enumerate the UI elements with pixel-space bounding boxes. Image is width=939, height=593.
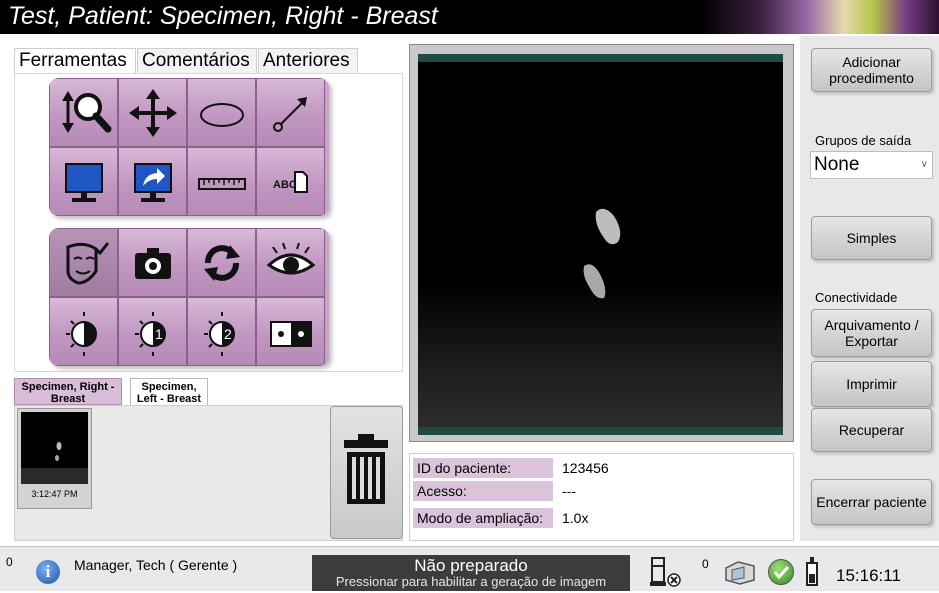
thumbnail-time: 3:12:47 PM [31, 489, 78, 499]
print-button[interactable]: Imprimir [811, 361, 932, 407]
output-groups-label: Grupos de saída [815, 133, 912, 148]
face-check-icon [66, 241, 109, 285]
patient-id-label: ID do paciente: [413, 458, 553, 478]
zoom-tool-button[interactable] [49, 78, 118, 147]
pan-tool-button[interactable] [118, 78, 187, 147]
chevron-down-icon: ∨ [920, 159, 928, 170]
thumbnail-image [21, 412, 88, 484]
alert-count: 0 [6, 555, 13, 569]
title-bar: Test, Patient: Specimen, Right - Breast [0, 0, 939, 34]
connectivity-label: Conectividade [815, 290, 898, 305]
split-view-icon [269, 320, 312, 347]
status-subtitle: Pressionar para habilitar a geração de i… [335, 574, 607, 589]
eye-tool-button[interactable] [256, 228, 325, 297]
output-queue-icon[interactable] [720, 558, 758, 586]
trash-icon [344, 434, 388, 504]
info-icon[interactable]: i [36, 560, 60, 584]
magnification-label: Modo de ampliação: [413, 508, 553, 528]
ellipse-tool-button[interactable] [187, 78, 256, 147]
device-error-icon[interactable] [648, 556, 686, 588]
tool-grid-bottom: 1 2 [49, 228, 329, 366]
title-decoration-image [700, 0, 939, 34]
contrast-icon [65, 311, 97, 356]
image-thumbnail[interactable]: 3:12:47 PM [17, 408, 92, 509]
close-patient-button[interactable]: Encerrar paciente [811, 479, 932, 525]
queue-count: 0 [702, 557, 709, 571]
clock: 15:16:11 [836, 566, 901, 585]
patient-id-value: 123456 [562, 460, 609, 476]
pan-icon [128, 88, 177, 137]
contrast-1-icon: 1 [134, 311, 166, 356]
refresh-icon [203, 244, 240, 281]
eye-icon [266, 242, 315, 274]
thumbnail-tab-left-breast[interactable]: Specimen, Left - Breast [130, 378, 208, 405]
tool-grid-top: ABC [49, 78, 329, 216]
ok-check-icon[interactable] [768, 559, 794, 585]
contrast-1-tool-button[interactable]: 1 [118, 297, 187, 366]
ellipse-icon [199, 102, 244, 127]
arrow-tool-button[interactable] [256, 78, 325, 147]
output-groups-select[interactable]: None ∨ [810, 151, 933, 179]
ruler-icon [197, 177, 246, 190]
refresh-tool-button[interactable] [187, 228, 256, 297]
contrast-2-tool-button[interactable]: 2 [187, 297, 256, 366]
text-label-icon: ABC [273, 170, 308, 193]
text-label-tool-button[interactable]: ABC [256, 147, 325, 216]
simple-button[interactable]: Simples [811, 216, 932, 260]
right-panel [800, 36, 939, 541]
send-tool-button[interactable] [118, 147, 187, 216]
camera-icon [134, 247, 171, 279]
zoom-icon [61, 90, 111, 133]
user-name[interactable]: Manager, Tech ( Gerente ) [74, 557, 237, 573]
specimen-image-viewer[interactable] [418, 54, 783, 435]
tab-ferramentas[interactable]: Ferramentas [14, 48, 136, 74]
access-value: --- [562, 483, 576, 499]
window-title: Test, Patient: Specimen, Right - Breast [8, 2, 438, 30]
contrast-1-glyph: 1 [155, 326, 163, 342]
send-icon [133, 162, 172, 202]
camera-tool-button[interactable] [118, 228, 187, 297]
monitor-tool-button[interactable] [49, 147, 118, 216]
battery-plug-icon[interactable] [804, 556, 824, 588]
access-label: Acesso: [413, 481, 553, 501]
thumbnail-tab-right-breast[interactable]: Specimen, Right - Breast [14, 378, 122, 405]
ruler-tool-button[interactable] [187, 147, 256, 216]
contrast-tool-button[interactable] [49, 297, 118, 366]
face-check-tool-button[interactable] [49, 228, 118, 297]
delete-trash-button[interactable] [330, 406, 403, 539]
text-label-glyph: ABC [273, 179, 297, 191]
contrast-2-icon: 2 [203, 311, 235, 356]
archive-export-button[interactable]: Arquivamento / Exportar [811, 309, 932, 357]
recover-button[interactable]: Recuperar [811, 408, 932, 452]
arrow-icon [272, 96, 307, 132]
contrast-2-glyph: 2 [224, 326, 232, 342]
tab-anteriores[interactable]: Anteriores [258, 48, 358, 74]
output-groups-value: None [814, 154, 860, 175]
tab-comentarios[interactable]: Comentários [137, 48, 257, 74]
status-title: Não preparado [414, 556, 528, 575]
system-status-button[interactable]: Não preparado Pressionar para habilitar … [312, 555, 630, 591]
magnification-value: 1.0x [562, 510, 589, 526]
split-view-tool-button[interactable] [256, 297, 325, 366]
add-procedure-button[interactable]: Adicionar procedimento [811, 48, 932, 92]
monitor-icon [64, 162, 103, 202]
